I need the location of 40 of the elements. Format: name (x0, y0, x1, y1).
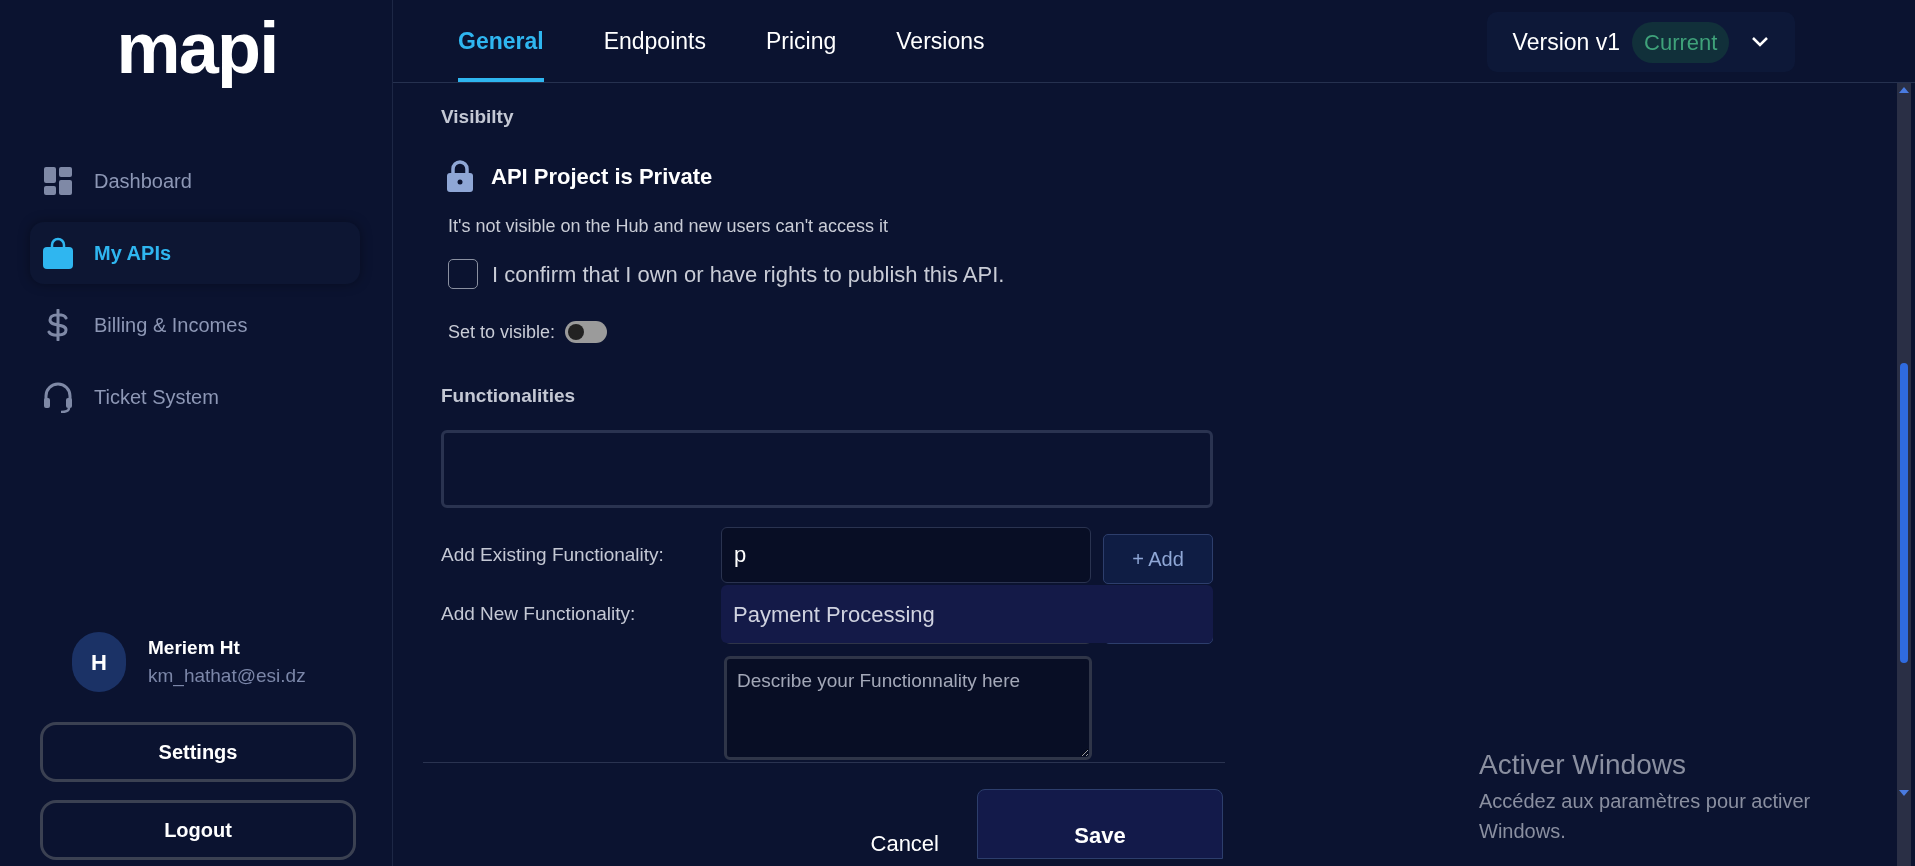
checkbox-label: I confirm that I own or have rights to publish this API. (492, 260, 1005, 289)
section-heading: Visibilty (441, 105, 515, 129)
avatar: H (72, 632, 126, 692)
logout-button[interactable]: Logout (40, 800, 356, 860)
description-field[interactable]: Describe your Functionnality here (724, 656, 1092, 760)
user-email: km_hathat@esi.dz (148, 664, 306, 689)
chevron-down-icon (1751, 36, 1770, 48)
add-button[interactable]: + Add (1103, 534, 1213, 584)
version-label: Version v1 (1512, 27, 1620, 57)
toggle-label: Set to visible: (448, 320, 556, 344)
bag-icon (43, 237, 73, 269)
dashboard-icon (44, 167, 72, 195)
input-field[interactable]: p (721, 527, 1091, 583)
lock-icon (447, 160, 473, 192)
field-label: Add New Functionality: (441, 602, 637, 626)
tab[interactable]: Endpoints (603, 2, 706, 82)
toggle-switch[interactable] (565, 321, 608, 343)
tab[interactable]: General (458, 2, 544, 82)
cancel-button[interactable]: Cancel (870, 827, 939, 860)
status-badge: Current (1632, 21, 1730, 63)
activation-text: Accédez aux paramètres pour activer Windows. (1479, 789, 1812, 844)
sidebar-item[interactable]: Ticket System (30, 366, 360, 428)
description: It's not visible on the Hub and new users can't access it (447, 214, 890, 238)
section-heading: Functionalities (441, 383, 577, 408)
sidebar-item[interactable]: Billing & Incomes (30, 294, 360, 356)
tab[interactable]: Pricing (765, 2, 837, 82)
logo: mapi (116, 12, 278, 90)
status-heading: API Project is Private (491, 162, 713, 191)
settings-button[interactable]: Settings (40, 722, 356, 782)
suggestion-item[interactable]: Payment Processing (721, 585, 1213, 643)
checkbox[interactable] (448, 259, 478, 289)
field-label: Add Existing Functionality: (441, 542, 665, 567)
headset-icon (43, 381, 73, 413)
save-button[interactable]: Save (977, 788, 1223, 859)
activation-title: Activer Windows (1479, 748, 1687, 782)
sidebar-item[interactable]: My APIs (30, 222, 360, 284)
user-name: Meriem Ht (148, 635, 241, 660)
sidebar-item[interactable]: Dashboard (30, 150, 360, 212)
version-selector[interactable]: Version v1 Current (1487, 12, 1795, 72)
tab[interactable]: Versions (896, 2, 985, 82)
